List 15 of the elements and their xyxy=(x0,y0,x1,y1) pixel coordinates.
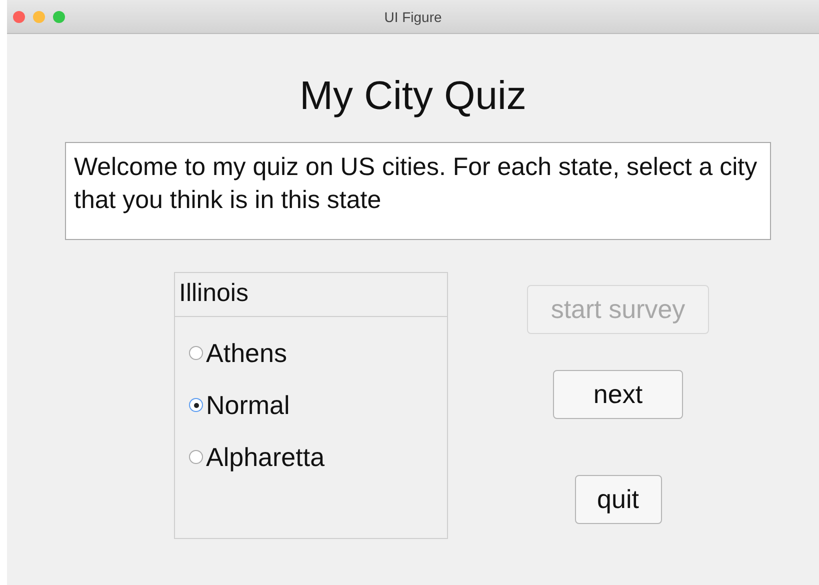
intro-text-area: Welcome to my quiz on US cities. For each state, select a city that you think is in this state xyxy=(65,142,771,240)
minimize-button[interactable] xyxy=(33,11,45,23)
radio-icon[interactable] xyxy=(189,450,203,464)
zoom-button[interactable] xyxy=(53,11,65,23)
radio-option[interactable]: Athens xyxy=(189,337,447,369)
radio-option[interactable]: Normal xyxy=(189,389,447,421)
panel-title: Illinois xyxy=(175,273,447,317)
radio-icon[interactable] xyxy=(189,398,203,412)
quiz-heading: My City Quiz xyxy=(300,73,526,120)
window-title: UI Figure xyxy=(384,8,442,24)
radio-option[interactable]: Alpharetta xyxy=(189,441,447,473)
quit-button[interactable]: quit xyxy=(574,475,662,524)
radio-icon[interactable] xyxy=(189,346,203,360)
next-button[interactable]: next xyxy=(553,370,683,419)
close-button[interactable] xyxy=(13,11,25,23)
